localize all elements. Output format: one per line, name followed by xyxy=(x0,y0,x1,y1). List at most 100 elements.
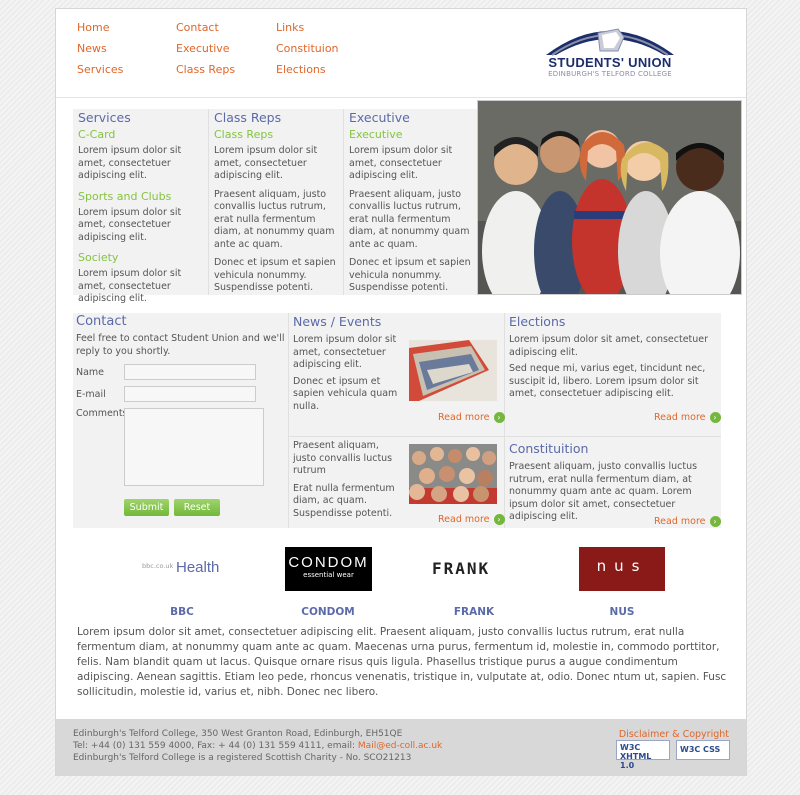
middle-panel: Contact Feel free to contact Student Uni… xyxy=(73,313,721,528)
bbc-label: BBC xyxy=(170,606,194,618)
classreps-text-3: Donec et ipsum et sapien vehicula nonumm… xyxy=(214,257,336,293)
elections-section: Elections Lorem ipsum dolor sit amet, co… xyxy=(509,313,717,401)
condom-logo-text: CONDOM xyxy=(288,554,369,571)
partner-logos: bbc.co.uk Health CONDOM essential wear F… xyxy=(56,545,746,595)
elections-read-more-link[interactable]: Read more › xyxy=(654,412,721,423)
body-paragraph: Lorem ipsum dolor sit amet, consectetuer… xyxy=(77,626,727,698)
news-section: News / Events Lorem ipsum dolor sit amet… xyxy=(293,313,413,413)
bbc-logo-text: Health xyxy=(176,559,220,576)
logo-title: STUDENTS' UNION xyxy=(548,55,672,70)
read-more-label: Read more xyxy=(438,412,490,423)
footer-address: Edinburgh's Telford College, 350 West Gr… xyxy=(73,729,403,739)
nus-label: NUS xyxy=(609,606,635,618)
footer: Edinburgh's Telford College, 350 West Gr… xyxy=(56,719,746,776)
students-union-logo[interactable]: STUDENTS' UNION EDINBURGH'S TELFORD COLL… xyxy=(542,21,678,81)
name-label: Name xyxy=(76,367,105,378)
elections-text-1: Lorem ipsum dolor sit amet, consectetuer… xyxy=(509,334,709,358)
services-column: Services C-Card Lorem ipsum dolor sit am… xyxy=(73,109,208,304)
society-heading[interactable]: Society xyxy=(78,250,203,266)
nav-home-link[interactable]: Home xyxy=(77,17,177,38)
footer-contact-line: Tel: +44 (0) 131 559 4000, Fax: + 44 (0)… xyxy=(73,740,442,752)
students-photo-image xyxy=(478,101,741,294)
newspapers-image xyxy=(409,340,497,401)
footer-phone: Tel: +44 (0) 131 559 4000, Fax: + 44 (0)… xyxy=(73,741,356,751)
executive-text-1: Lorem ipsum dolor sit amet, consectetuer… xyxy=(349,145,453,181)
nav-column-2: Contact Executive Class Reps xyxy=(176,17,276,80)
nav-news-link[interactable]: News xyxy=(77,38,177,59)
disclaimer-link[interactable]: Disclaimer & Copyright xyxy=(619,729,729,740)
nus-logo[interactable]: nus xyxy=(579,547,665,591)
news-item1-text-1: Lorem ipsum dolor sit amet, consectetuer… xyxy=(293,334,397,370)
elections-text-2: Sed neque mi, varius eget, tincidunt nec… xyxy=(509,363,706,399)
contact-title: Contact xyxy=(76,314,127,329)
frank-logo[interactable]: FRANK xyxy=(432,559,520,581)
read-more-label: Read more xyxy=(654,516,706,527)
divider xyxy=(289,436,721,437)
news-thumbnail-newspapers[interactable] xyxy=(409,340,497,401)
elections-title: Elections xyxy=(509,314,566,329)
contact-form: Contact Feel free to contact Student Uni… xyxy=(73,313,288,528)
logo-subtitle: EDINBURGH'S TELFORD COLLEGE xyxy=(548,70,672,78)
submit-button[interactable]: Submit xyxy=(124,499,169,516)
arch-icon xyxy=(546,28,674,56)
news-title: News / Events xyxy=(293,314,382,329)
nav-services-link[interactable]: Services xyxy=(77,59,177,80)
news-item2-read-more-link[interactable]: Read more › xyxy=(438,514,505,525)
condom-logo[interactable]: CONDOM essential wear xyxy=(285,547,372,591)
nav-links-link[interactable]: Links xyxy=(276,17,376,38)
condom-logo-subtext: essential wear xyxy=(303,571,354,579)
css-badge[interactable]: W3C CSS xyxy=(676,740,730,760)
news-item2: Praesent aliquam, justo convallis luctus… xyxy=(293,440,403,520)
arrow-right-icon: › xyxy=(493,514,505,525)
arrow-right-icon: › xyxy=(493,412,505,423)
services-title: Services xyxy=(78,110,131,125)
executive-text-3: Donec et ipsum et sapien vehicula nonumm… xyxy=(349,257,471,293)
page-container: Home News Services Contact Executive Cla… xyxy=(55,8,747,776)
read-more-label: Read more xyxy=(438,514,490,525)
classreps-title: Class Reps xyxy=(214,110,282,125)
reset-button[interactable]: Reset xyxy=(174,499,220,516)
email-label: E-mail xyxy=(76,389,106,400)
footer-email-link[interactable]: Mail@ed-coll.ac.uk xyxy=(358,741,442,751)
bbc-health-logo[interactable]: bbc.co.uk Health xyxy=(142,559,222,581)
comments-textarea[interactable] xyxy=(124,408,264,486)
executive-text-2: Praesent aliquam, justo convallis luctus… xyxy=(349,188,470,250)
arrow-right-icon: › xyxy=(709,412,721,423)
classreps-text-1: Lorem ipsum dolor sit amet, consectetuer… xyxy=(214,145,318,181)
news-thumbnail-crowd[interactable] xyxy=(409,444,497,504)
nav-contact-link[interactable]: Contact xyxy=(176,17,276,38)
comments-label: Comments xyxy=(76,408,128,419)
divider xyxy=(288,313,289,528)
read-more-label: Read more xyxy=(654,412,706,423)
footer-info: Edinburgh's Telford College, 350 West Gr… xyxy=(73,728,442,764)
email-input[interactable] xyxy=(124,386,256,402)
classreps-subheading[interactable]: Class Reps xyxy=(214,127,338,143)
footer-charity: Edinburgh's Telford College is a registe… xyxy=(73,753,412,763)
xhtml-badge[interactable]: W3C XHTML 1.0 xyxy=(616,740,670,770)
name-input[interactable] xyxy=(124,364,256,380)
nav-classreps-link[interactable]: Class Reps xyxy=(176,59,276,80)
sports-heading[interactable]: Sports and Clubs xyxy=(78,189,203,205)
contact-intro: Feel free to contact Student Union and w… xyxy=(76,333,285,357)
nav-column-1: Home News Services xyxy=(77,17,177,80)
constitution-read-more-link[interactable]: Read more › xyxy=(654,516,721,527)
nav-elections-link[interactable]: Elections xyxy=(276,59,376,80)
sports-text: Lorem ipsum dolor sit amet, consectetuer… xyxy=(78,206,182,243)
students-group-photo xyxy=(477,100,742,295)
classreps-column: Class Reps Class Reps Lorem ipsum dolor … xyxy=(208,109,343,295)
news-item2-text-1: Praesent aliquam, justo convallis luctus… xyxy=(293,440,393,476)
ccard-heading[interactable]: C-Card xyxy=(78,127,203,143)
news-read-more-link[interactable]: Read more › xyxy=(438,412,505,423)
condom-label: CONDOM xyxy=(301,606,355,618)
executive-subheading[interactable]: Executive xyxy=(349,127,472,143)
nav-constitution-link[interactable]: Constituion xyxy=(276,38,376,59)
constitution-text: Praesent aliquam, justo convallis luctus… xyxy=(509,461,698,522)
news-item2-text-2: Erat nulla fermentum diam, ac quam. Susp… xyxy=(293,482,395,519)
crowd-image xyxy=(409,444,497,504)
bbc-logo-small-text: bbc.co.uk xyxy=(142,562,174,570)
nav-executive-link[interactable]: Executive xyxy=(176,38,276,59)
ccard-text: Lorem ipsum dolor sit amet, consectetuer… xyxy=(78,145,182,181)
nav-column-3: Links Constituion Elections xyxy=(276,17,376,80)
frank-label: FRANK xyxy=(453,606,495,618)
info-panel: Services C-Card Lorem ipsum dolor sit am… xyxy=(73,109,477,304)
